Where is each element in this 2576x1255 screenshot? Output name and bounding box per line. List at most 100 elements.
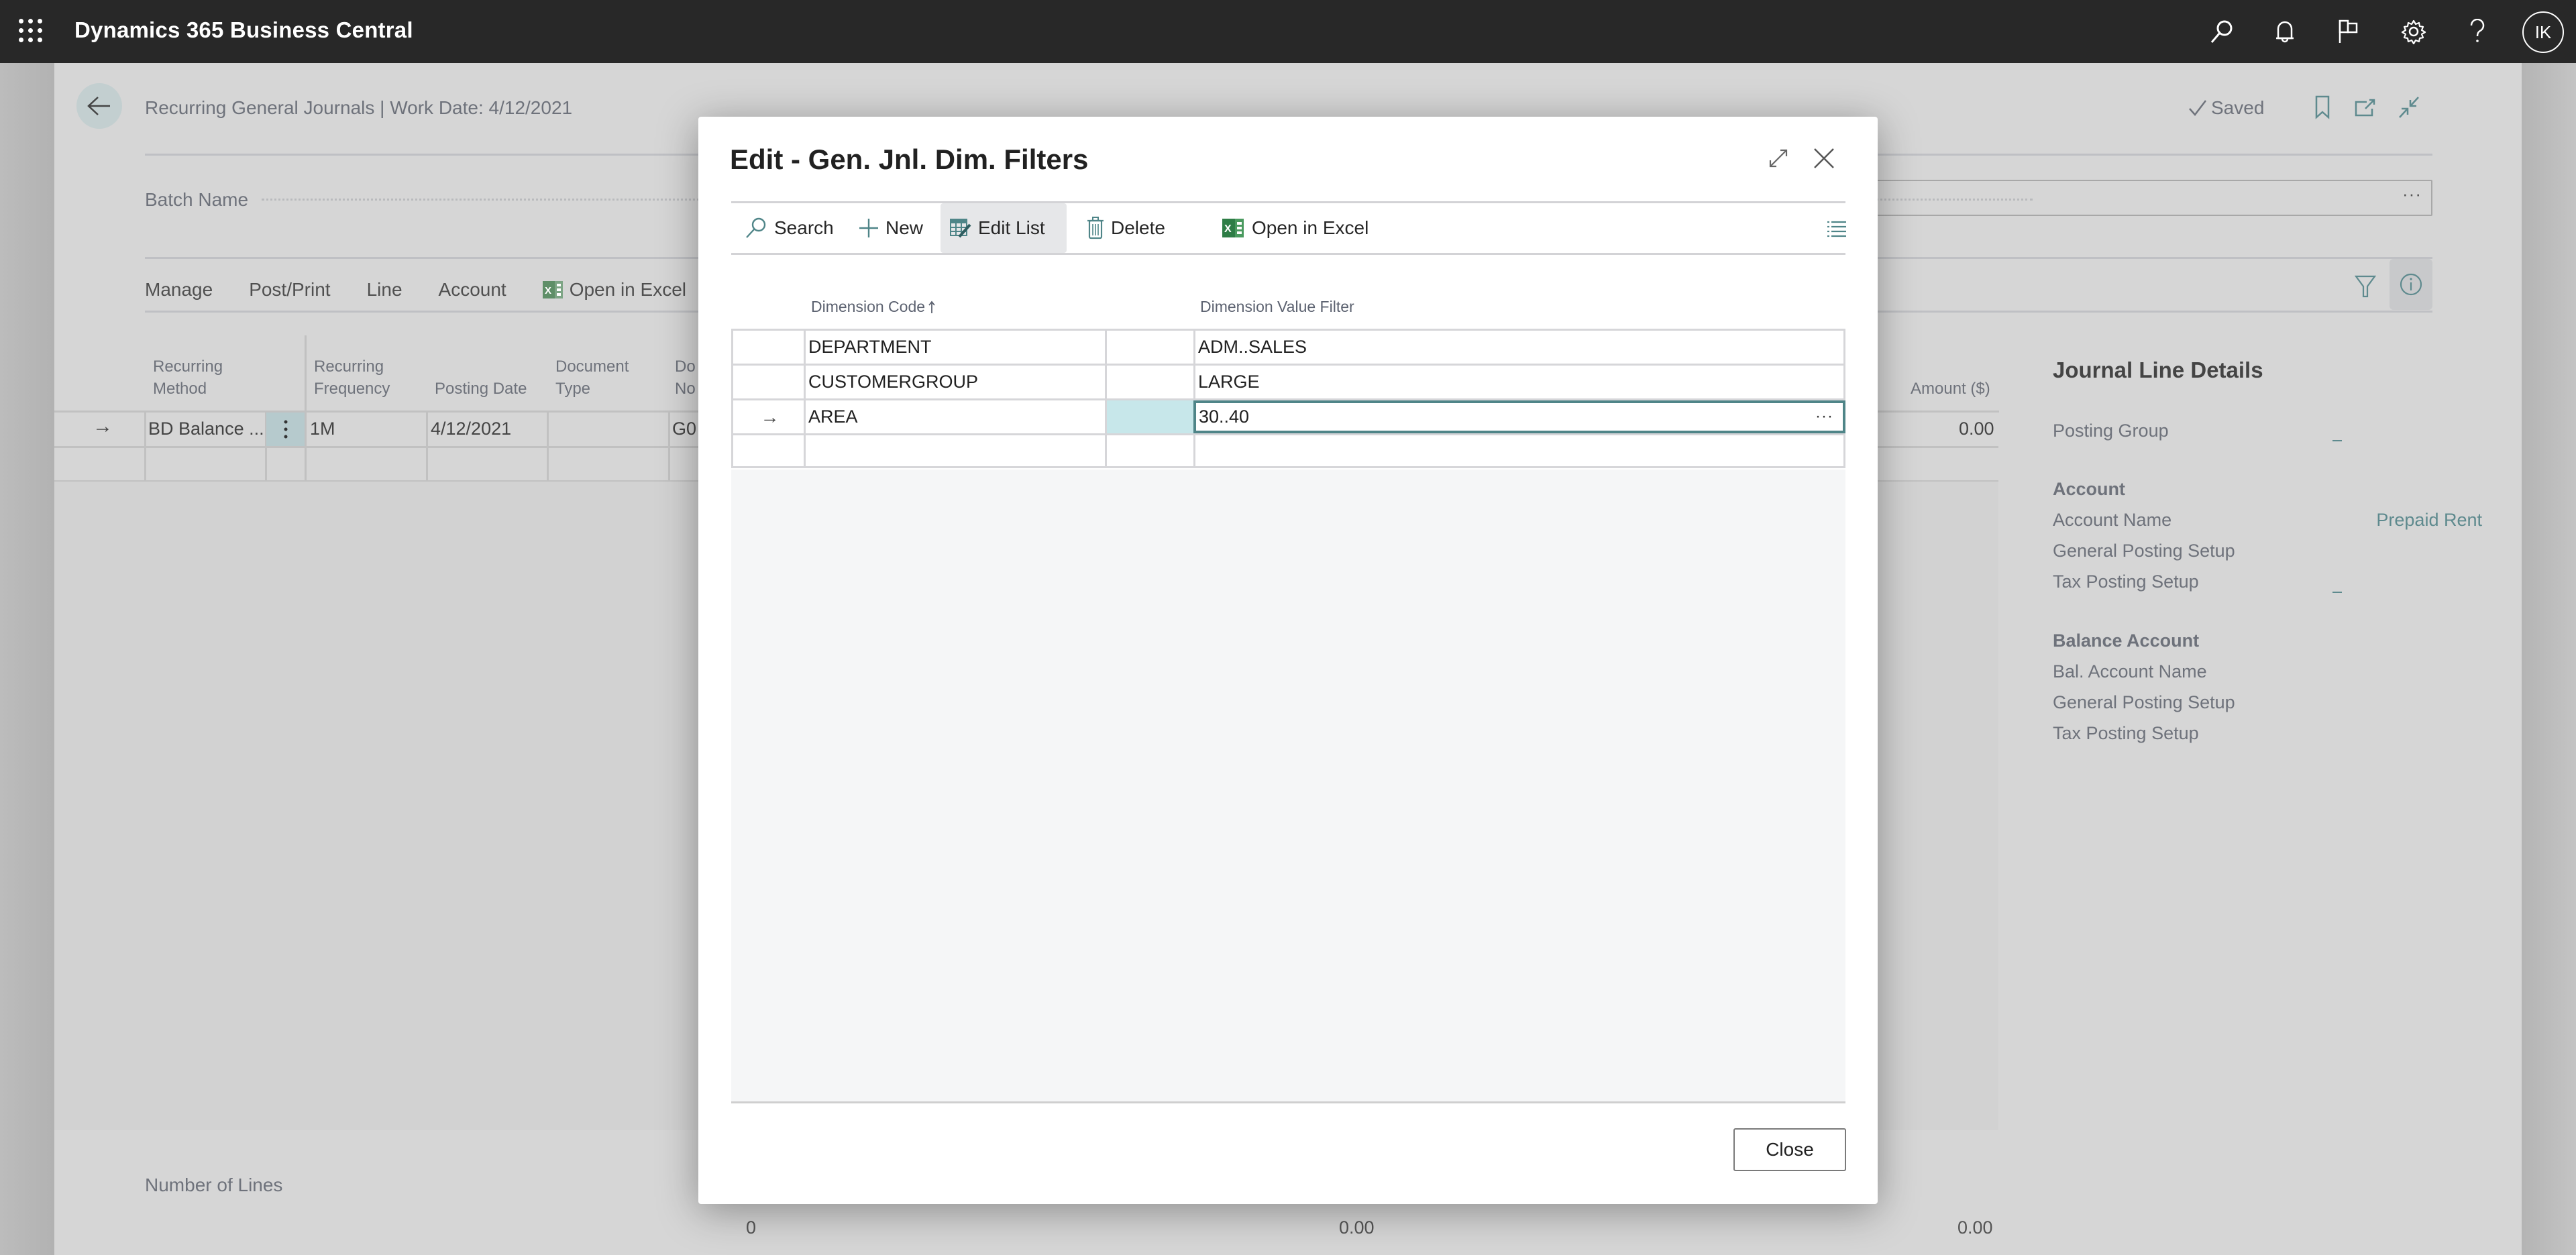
- edit-list-button[interactable]: Edit List: [941, 203, 1067, 253]
- app-title[interactable]: Dynamics 365 Business Central: [74, 17, 413, 43]
- col-header-dimension-code[interactable]: Dimension Code: [811, 298, 936, 316]
- table-row[interactable]: CUSTOMERGROUP LARGE: [731, 364, 1845, 398]
- open-new-window-icon: [2355, 99, 2375, 117]
- col-header-line: Type: [555, 380, 591, 398]
- table-row-current[interactable]: → AREA 30..40 ···: [731, 398, 1845, 433]
- total-amount-value: 0.00: [1957, 1217, 1993, 1238]
- filter-button[interactable]: [2351, 272, 2380, 301]
- bal-tax-posting-setup-label: Tax Posting Setup: [2053, 723, 2199, 743]
- cell-dimension-value-filter-input[interactable]: 30..40 ···: [1193, 400, 1845, 433]
- cell-dimension-value-filter[interactable]: [1193, 435, 1845, 468]
- table-empty-area: [731, 470, 1845, 1103]
- close-button[interactable]: Close: [1733, 1128, 1846, 1171]
- cell-dimension-code[interactable]: CUSTOMERGROUP: [804, 366, 1105, 398]
- action-manage[interactable]: Manage: [145, 279, 213, 301]
- dim-filters-table: DEPARTMENT ADM..SALES CUSTOMERGROUP LARG…: [731, 329, 1845, 468]
- posting-group-value[interactable]: [2332, 440, 2342, 441]
- col-header-amount[interactable]: Amount ($): [1911, 378, 1990, 400]
- collapse-button[interactable]: [2396, 94, 2422, 121]
- tax-posting-setup-label: Tax Posting Setup: [2053, 571, 2199, 592]
- table-row-new[interactable]: [731, 433, 1845, 468]
- col-header-document-no[interactable]: Do No: [675, 356, 696, 400]
- flag-icon[interactable]: [2333, 16, 2364, 47]
- cell-recurring-frequency[interactable]: 1M: [310, 419, 335, 439]
- row-divider: [1864, 411, 1999, 413]
- info-icon: [2400, 273, 2422, 296]
- backdrop-left: [0, 63, 54, 1255]
- back-button[interactable]: [76, 83, 122, 129]
- cell-dimension-value-filter[interactable]: ADM..SALES: [1193, 331, 1845, 364]
- cell-recurring-method[interactable]: BD Balance ...: [148, 419, 264, 439]
- close-dialog-button[interactable]: [1808, 142, 1840, 174]
- expand-dialog-button[interactable]: [1764, 144, 1793, 173]
- bal-account-name-label: Bal. Account Name: [2053, 661, 2207, 681]
- backdrop-right: [2522, 63, 2576, 1255]
- col-header-dimension-value-filter[interactable]: Dimension Value Filter: [1200, 298, 1354, 316]
- tax-posting-setup-value[interactable]: [2332, 592, 2342, 593]
- app-bar: Dynamics 365 Business Central IK: [0, 0, 2576, 63]
- cell-selected-marker[interactable]: [1105, 400, 1193, 433]
- user-avatar[interactable]: IK: [2522, 11, 2564, 53]
- table-row[interactable]: DEPARTMENT ADM..SALES: [731, 329, 1845, 364]
- new-button[interactable]: New: [849, 203, 932, 253]
- col-header-recurring-method[interactable]: Recurring Method: [153, 356, 223, 400]
- row-indicator[interactable]: [731, 366, 804, 398]
- col-header-line: Frequency: [314, 380, 390, 398]
- cell-document-no[interactable]: G0: [672, 419, 696, 439]
- cell-dimension-code[interactable]: AREA: [804, 400, 1105, 433]
- lookup-ellipsis-icon[interactable]: ···: [1815, 407, 1833, 426]
- cell-amount[interactable]: 0.00: [1959, 419, 1994, 439]
- row-indicator[interactable]: [731, 435, 804, 468]
- svg-text:X: X: [1224, 223, 1232, 235]
- bal-general-posting-setup-label: General Posting Setup: [2053, 692, 2235, 712]
- help-icon[interactable]: [2462, 16, 2493, 47]
- open-in-excel-button[interactable]: X Open in Excel: [1213, 203, 1378, 253]
- svg-text:X: X: [545, 285, 551, 296]
- dialog-toolbar: Search New Edit List Delete X Open in Ex…: [731, 203, 1846, 253]
- action-post-print[interactable]: Post/Print: [249, 279, 330, 301]
- app-launcher-icon[interactable]: [19, 19, 43, 43]
- dim-filters-dialog: Edit - Gen. Jnl. Dim. Filters Search New…: [698, 117, 1878, 1204]
- trash-icon: [1087, 217, 1104, 239]
- divider: [731, 253, 1845, 255]
- cell-posting-date[interactable]: 4/12/2021: [431, 419, 511, 439]
- gear-icon[interactable]: [2398, 16, 2429, 47]
- col-header-recurring-frequency[interactable]: Recurring Frequency: [314, 356, 390, 400]
- plus-icon: [859, 219, 878, 237]
- batch-name-field[interactable]: ···: [1872, 180, 2432, 216]
- col-header-line: Recurring: [314, 358, 384, 376]
- factbox-toggle-button[interactable]: [2390, 259, 2432, 310]
- search-button[interactable]: Search: [735, 203, 843, 253]
- col-header-posting-date[interactable]: Posting Date: [435, 378, 527, 400]
- row-actions-button[interactable]: [266, 413, 305, 446]
- total-balance-value: 0.00: [1339, 1217, 1375, 1238]
- account-name-value[interactable]: Prepaid Rent: [2376, 510, 2482, 531]
- action-line[interactable]: Line: [367, 279, 402, 301]
- action-account[interactable]: Account: [439, 279, 506, 301]
- number-of-lines-value: 0: [746, 1217, 757, 1238]
- lookup-ellipsis-icon[interactable]: ···: [2402, 184, 2422, 205]
- new-label: New: [885, 217, 924, 238]
- saved-label: Saved: [2211, 97, 2265, 118]
- open-in-excel-label: Open in Excel: [569, 279, 687, 300]
- col-header-line: Method: [153, 380, 207, 398]
- row-indicator[interactable]: [731, 331, 804, 364]
- current-row-arrow-icon[interactable]: →: [731, 400, 804, 433]
- cell-dimension-value-filter[interactable]: LARGE: [1193, 366, 1845, 398]
- action-open-in-excel[interactable]: X Open in Excel: [542, 279, 687, 301]
- cell-dimension-code[interactable]: [804, 435, 1105, 468]
- bell-icon[interactable]: [2269, 16, 2300, 47]
- search-icon[interactable]: [2206, 16, 2237, 47]
- open-new-window-button[interactable]: [2352, 94, 2379, 121]
- sort-ascending-icon: [928, 301, 935, 313]
- delete-button[interactable]: Delete: [1077, 203, 1175, 253]
- arrow-left-icon: [87, 97, 110, 115]
- list-layout-button[interactable]: [1823, 215, 1850, 242]
- more-vertical-icon: [284, 420, 287, 439]
- excel-icon: X: [542, 281, 563, 298]
- bookmark-button[interactable]: [2309, 94, 2336, 121]
- col-header-document-type[interactable]: Document Type: [555, 356, 629, 400]
- cell-spacer: [1105, 366, 1193, 398]
- cell-dimension-code[interactable]: DEPARTMENT: [804, 331, 1105, 364]
- posting-group-label: Posting Group: [2053, 421, 2169, 441]
